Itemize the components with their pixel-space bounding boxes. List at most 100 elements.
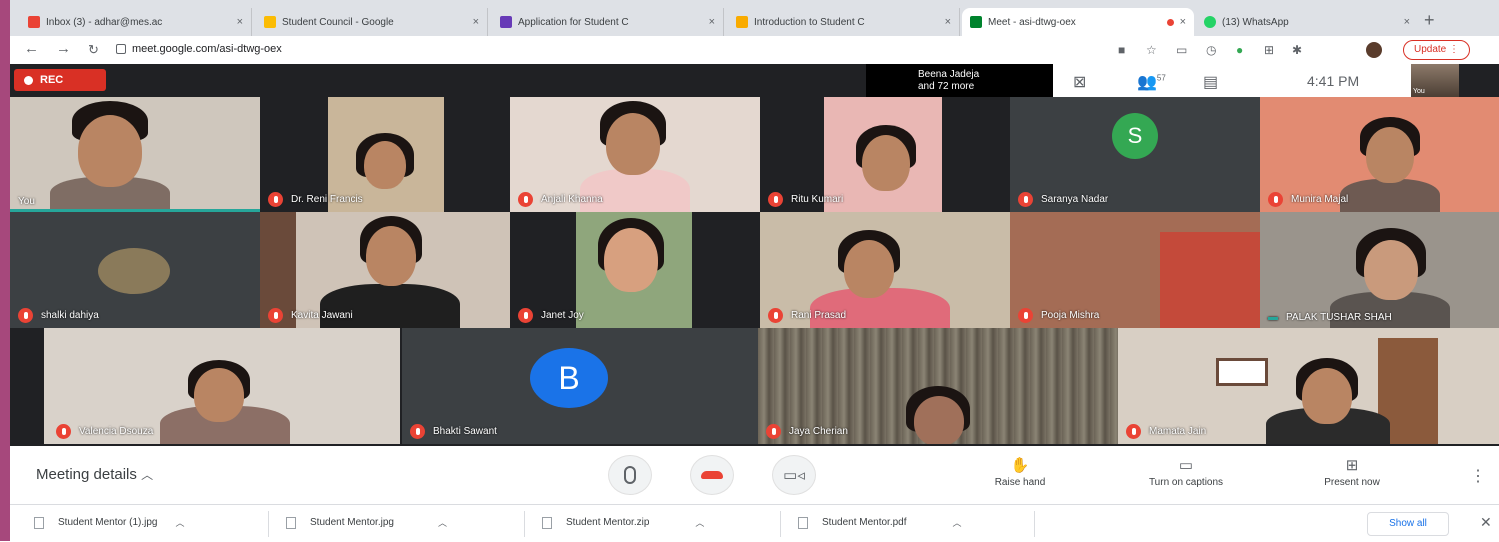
muted-mic-icon: [268, 192, 283, 207]
forward-icon[interactable]: →: [56, 40, 71, 57]
chevron-up-icon[interactable]: ︿: [438, 516, 447, 529]
extension-grid-icon[interactable]: ⊞: [1264, 43, 1274, 57]
participant-tile[interactable]: Valencia Dsouza: [10, 328, 402, 444]
meeting-clock: 4:41 PM: [1307, 73, 1360, 89]
participant-avatar: B: [530, 348, 608, 408]
participant-name-text: shalki dahiya: [41, 310, 99, 321]
participant-video: [1340, 179, 1440, 212]
participant-name-text: Bhakti Sawant: [433, 426, 497, 437]
wall-frame: [1216, 358, 1268, 386]
participant-tile[interactable]: You: [10, 97, 260, 212]
meet-top-controls: ⊠ 👥57 ▤ 4:41 PM: [1053, 64, 1411, 97]
participant-tile[interactable]: shalki dahiya: [10, 212, 260, 328]
participant-tile[interactable]: Ritu Kumari: [760, 97, 1010, 212]
muted-mic-icon: [268, 308, 283, 323]
download-item[interactable]: Student Mentor.jpg ︿: [286, 516, 447, 529]
close-icon[interactable]: ×: [473, 16, 479, 28]
gmail-icon: [28, 16, 40, 28]
more-options-icon[interactable]: ⋮: [1470, 466, 1486, 486]
meeting-details-button[interactable]: Meeting details ︿: [36, 466, 153, 483]
close-icon[interactable]: ×: [709, 16, 715, 28]
participant-name: You: [18, 196, 35, 207]
participant-tile[interactable]: Anjali Khanna: [510, 97, 760, 212]
raise-hand-label: Raise hand: [994, 477, 1046, 488]
history-icon[interactable]: ◷: [1206, 43, 1216, 57]
chevron-up-icon[interactable]: ︿: [695, 516, 704, 529]
profile-avatar[interactable]: [1366, 42, 1382, 58]
bookmark-star-icon[interactable]: ☆: [1146, 43, 1157, 57]
left-edge-bar: [0, 0, 10, 541]
participant-name: Saranya Nadar: [1018, 192, 1108, 207]
participant-tile[interactable]: S Saranya Nadar: [1010, 97, 1260, 212]
participant-tile[interactable]: Mamata Jain: [1118, 328, 1499, 444]
downloads-shelf: Student Mentor (1).jpg ︿ Student Mentor.…: [10, 504, 1499, 542]
participant-video: [604, 228, 658, 292]
reload-icon[interactable]: ↻: [88, 42, 99, 58]
meeting-details-label: Meeting details: [36, 466, 137, 483]
camera-indicator-icon[interactable]: ■: [1118, 43, 1125, 57]
muted-mic-icon: [1018, 192, 1033, 207]
present-icon: ⊞: [1345, 457, 1359, 474]
camera-icon: ▭◃: [783, 467, 805, 484]
participant-tile[interactable]: B Bhakti Sawant: [402, 328, 758, 444]
tab-title: Student Council - Google: [282, 16, 394, 28]
divider: [1034, 511, 1035, 537]
participant-tile[interactable]: Munira Majal: [1260, 97, 1499, 212]
chevron-up-icon[interactable]: ︿: [953, 516, 962, 529]
self-view-thumbnail[interactable]: You: [1411, 64, 1459, 97]
participant-video: [194, 368, 244, 422]
cast-icon[interactable]: ▭: [1176, 43, 1187, 57]
muted-mic-icon: [766, 424, 781, 439]
tab-whatsapp[interactable]: (13) WhatsApp ×: [1196, 8, 1418, 36]
divider: [780, 511, 781, 537]
new-tab-button[interactable]: +: [1424, 10, 1435, 31]
close-icon[interactable]: ×: [1180, 16, 1186, 28]
tab-gmail[interactable]: Inbox (3) - adhar@mes.ac ×: [20, 8, 252, 36]
participant-tile[interactable]: Kavita Jawani: [260, 212, 510, 328]
layout-grid-icon[interactable]: ⊠: [1073, 72, 1086, 92]
muted-mic-icon: [1018, 308, 1033, 323]
show-all-button[interactable]: Show all: [1367, 512, 1449, 536]
address-bar-row: ← → ↻ meet.google.com/asi-dtwg-oex ■ ☆ ▭…: [10, 36, 1499, 65]
participant-tile[interactable]: Janet Joy: [510, 212, 760, 328]
participant-name-text: Dr. Reni Francis: [291, 194, 363, 205]
url-field[interactable]: meet.google.com/asi-dtwg-oex: [132, 43, 282, 55]
raise-hand-button[interactable]: ✋ Raise hand: [960, 456, 1080, 488]
extensions-puzzle-icon[interactable]: ✱: [1292, 43, 1302, 57]
chat-icon[interactable]: ▤: [1203, 72, 1218, 92]
chevron-up-icon[interactable]: ︿: [176, 516, 185, 529]
people-icon[interactable]: 👥57: [1137, 72, 1166, 92]
captions-button[interactable]: ▭ Turn on captions: [1126, 456, 1246, 488]
download-filename: Student Mentor.jpg: [310, 517, 394, 528]
participant-name-text: Janet Joy: [541, 310, 584, 321]
participant-tile[interactable]: Rani Prasad: [760, 212, 1010, 328]
close-icon[interactable]: ×: [237, 16, 243, 28]
participant-tile[interactable]: Pooja Mishra: [1010, 212, 1260, 328]
download-item[interactable]: Student Mentor.pdf ︿: [798, 516, 962, 529]
back-icon[interactable]: ←: [24, 40, 39, 57]
tab-introduction[interactable]: Introduction to Student C ×: [728, 8, 960, 36]
update-button[interactable]: Update ⋮: [1403, 40, 1471, 60]
tab-student-council[interactable]: Student Council - Google ×: [256, 8, 488, 36]
close-icon[interactable]: ×: [945, 16, 951, 28]
extension-green-icon[interactable]: ●: [1236, 43, 1243, 57]
present-now-button[interactable]: ⊞ Present now: [1292, 456, 1412, 488]
close-icon[interactable]: ✕: [1480, 514, 1492, 531]
tab-application[interactable]: Application for Student C ×: [492, 8, 724, 36]
download-item[interactable]: Student Mentor.zip ︿: [542, 516, 704, 529]
microphone-button[interactable]: [608, 455, 652, 495]
muted-mic-icon: [768, 308, 783, 323]
participant-name-text: Munira Majal: [1291, 194, 1349, 205]
leave-call-button[interactable]: [690, 455, 734, 495]
participant-tile[interactable]: ▬ PALAK TUSHAR SHAH: [1260, 212, 1499, 328]
download-filename: Student Mentor.pdf: [822, 517, 907, 528]
participant-name: Jaya Cherian: [766, 424, 848, 439]
download-item[interactable]: Student Mentor (1).jpg ︿: [34, 516, 185, 529]
camera-button[interactable]: ▭◃: [772, 455, 816, 495]
muted-mic-icon: [518, 308, 533, 323]
close-icon[interactable]: ×: [1404, 16, 1410, 28]
participant-tile[interactable]: Jaya Cherian: [758, 328, 1118, 444]
participant-tile[interactable]: Dr. Reni Francis: [260, 97, 510, 212]
tab-meet[interactable]: Meet - asi-dtwg-oex ×: [962, 8, 1194, 36]
muted-mic-icon: [18, 308, 33, 323]
